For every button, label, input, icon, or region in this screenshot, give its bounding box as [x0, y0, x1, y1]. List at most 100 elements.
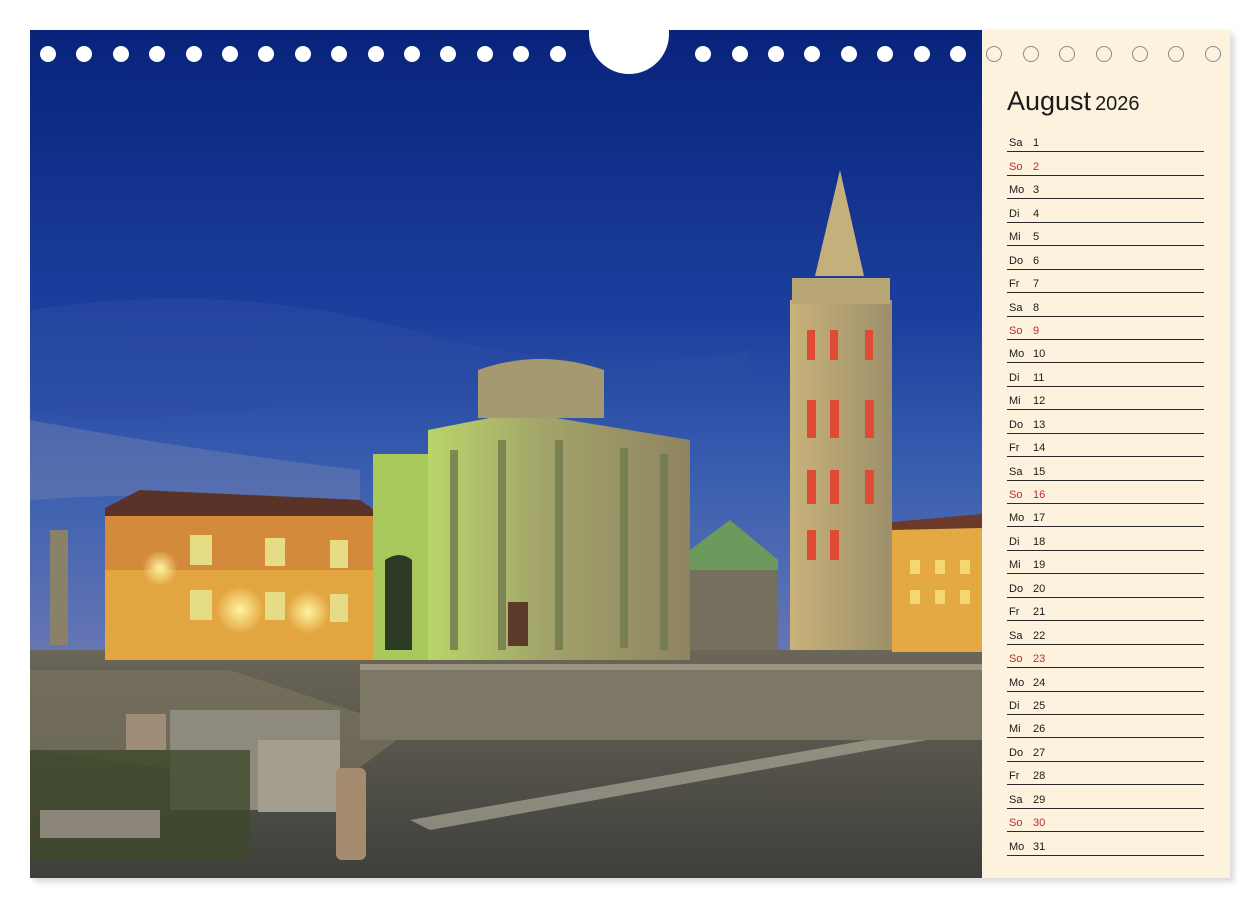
weekday-label: So — [1009, 817, 1023, 830]
day-number: 14 — [1033, 442, 1046, 455]
day-row: Mi 26 — [1007, 715, 1204, 739]
weekday-label: Mo — [1009, 348, 1025, 361]
binding-hole — [804, 46, 821, 62]
binding-hole — [1132, 46, 1148, 62]
day-number: 11 — [1033, 371, 1045, 384]
weekday-label: Sa — [1009, 465, 1023, 478]
day-row: So 23 — [1007, 645, 1204, 669]
day-row: Mi 5 — [1007, 223, 1204, 247]
day-number: 31 — [1033, 840, 1046, 853]
binding-hole — [258, 46, 275, 62]
day-number: 28 — [1033, 770, 1046, 783]
hanger-cutout — [589, 30, 669, 74]
day-number: 16 — [1033, 489, 1046, 501]
day-row: Sa 22 — [1007, 621, 1204, 645]
night-photo-church — [30, 30, 982, 878]
binding-hole — [768, 46, 784, 62]
day-number: 2 — [1033, 160, 1040, 173]
binding-hole — [76, 46, 93, 62]
day-number: 26 — [1033, 723, 1046, 736]
day-row: Di 11 — [1007, 363, 1204, 387]
binding-hole — [913, 46, 930, 62]
day-row: Fr 7 — [1007, 270, 1204, 294]
day-number: 27 — [1033, 746, 1046, 759]
weekday-label: Mo — [1009, 676, 1025, 689]
binding-hole — [149, 46, 166, 62]
day-number: 3 — [1033, 184, 1040, 197]
day-number: 17 — [1033, 512, 1046, 525]
calendar-page: August 2026 Sa 1 So 2 Mo 3 Di 4 Mi 5 Do 6 Fr 7 Sa 8 So 9 Mo… — [30, 30, 1230, 878]
binding-hole — [185, 46, 202, 62]
day-row: Do 6 — [1007, 246, 1204, 270]
weekday-label: Mi — [1009, 723, 1021, 736]
day-row: Do 13 — [1007, 410, 1204, 434]
day-number: 4 — [1033, 207, 1040, 220]
day-number: 19 — [1033, 559, 1046, 572]
month-title: August 2026 — [1007, 86, 1140, 117]
day-row: Mo 24 — [1007, 668, 1204, 692]
binding-hole — [1204, 46, 1221, 62]
day-row: Mi 19 — [1007, 551, 1204, 575]
binding-hole — [513, 46, 530, 62]
binding-hole — [549, 46, 566, 62]
day-row: So 16 — [1007, 481, 1204, 504]
day-row: Mo 3 — [1007, 176, 1204, 200]
weekday-label: Fr — [1009, 442, 1020, 455]
day-row: Di 18 — [1007, 527, 1204, 551]
day-row: Di 25 — [1007, 692, 1204, 715]
binding-hole — [440, 46, 457, 62]
binding-hole — [1022, 46, 1039, 62]
weekday-label: Fr — [1009, 606, 1020, 619]
binding-hole — [404, 46, 420, 62]
calendar-panel: August 2026 Sa 1 So 2 Mo 3 Di 4 Mi 5 Do 6 Fr 7 Sa 8 So 9 Mo… — [982, 30, 1230, 878]
weekday-label: Di — [1009, 699, 1020, 712]
day-number: 20 — [1033, 582, 1046, 595]
binding-holes — [30, 30, 1230, 76]
day-row: Sa 29 — [1007, 785, 1204, 809]
binding-hole — [1059, 46, 1076, 62]
weekday-label: Di — [1009, 371, 1020, 384]
day-number: 21 — [1033, 606, 1046, 619]
weekday-label: So — [1009, 653, 1023, 666]
binding-hole — [222, 46, 238, 62]
weekday-label: Mi — [1009, 231, 1021, 244]
day-row: Mo 31 — [1007, 832, 1204, 856]
binding-hole — [294, 46, 311, 62]
weekday-label: Di — [1009, 535, 1020, 548]
year: 2026 — [1095, 93, 1140, 115]
binding-hole — [476, 46, 493, 62]
day-list: Sa 1 So 2 Mo 3 Di 4 Mi 5 Do 6 Fr 7 Sa 8 So 9 Mo 10 Di 11 Mi 12 D… — [1007, 129, 1204, 856]
binding-hole — [877, 46, 894, 62]
binding-hole — [950, 46, 966, 62]
binding-hole — [40, 46, 56, 62]
day-row: Mo 10 — [1007, 340, 1204, 364]
day-number: 22 — [1033, 629, 1046, 642]
day-number: 24 — [1033, 676, 1046, 689]
day-number: 9 — [1033, 324, 1040, 337]
day-row: Di 4 — [1007, 199, 1204, 223]
day-row: Fr 28 — [1007, 762, 1204, 786]
weekday-label: Fr — [1009, 278, 1020, 291]
weekday-label: Do — [1009, 254, 1024, 267]
binding-hole — [112, 46, 129, 62]
day-row: So 9 — [1007, 317, 1204, 340]
day-row: Fr 21 — [1007, 598, 1204, 622]
month-name: August — [1007, 86, 1092, 116]
day-row: Fr 14 — [1007, 434, 1204, 458]
day-number: 7 — [1033, 278, 1040, 291]
day-number: 13 — [1033, 418, 1046, 431]
day-row: Mo 17 — [1007, 504, 1204, 528]
day-row: Sa 8 — [1007, 293, 1204, 317]
weekday-label: Sa — [1009, 629, 1023, 642]
binding-hole — [367, 46, 384, 62]
day-number: 25 — [1033, 699, 1046, 712]
day-number: 1 — [1033, 137, 1040, 150]
day-number: 29 — [1033, 793, 1046, 806]
binding-hole — [986, 46, 1003, 62]
day-number: 15 — [1033, 465, 1046, 478]
binding-hole — [695, 46, 712, 62]
weekday-label: So — [1009, 489, 1023, 501]
binding-hole — [331, 46, 348, 62]
binding-hole — [840, 46, 857, 62]
binding-hole — [1095, 46, 1112, 62]
